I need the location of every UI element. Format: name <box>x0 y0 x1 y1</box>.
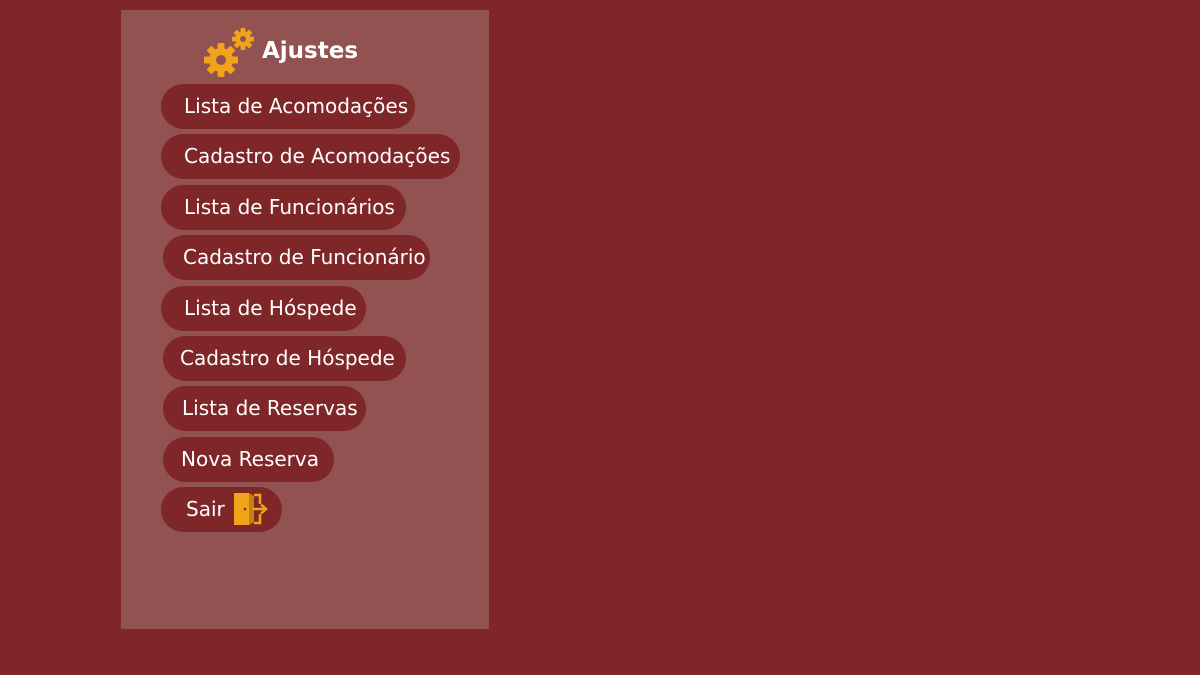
menu-item-lista-funcionarios[interactable]: Lista de Funcionários <box>161 185 406 230</box>
menu-item-label: Lista de Hóspede <box>184 296 357 320</box>
gears-icon <box>204 28 254 77</box>
exit-door-icon <box>234 493 268 525</box>
menu-item-label: Cadastro de Acomodações <box>184 144 451 168</box>
menu-item-label: Nova Reserva <box>181 447 319 471</box>
menu-item-cadastro-hospede[interactable]: Cadastro de Hóspede <box>163 336 406 381</box>
sidebar-panel: Ajustes Lista de Acomodações Cadastro de… <box>121 10 489 629</box>
logout-label: Sair <box>186 497 225 521</box>
menu-item-nova-reserva[interactable]: Nova Reserva <box>163 437 334 482</box>
menu-item-lista-hospede[interactable]: Lista de Hóspede <box>161 286 366 331</box>
logout-button[interactable]: Sair <box>161 487 282 532</box>
panel-header: Ajustes <box>203 27 358 79</box>
menu-item-label: Cadastro de Funcionário <box>183 245 426 269</box>
menu-item-label: Lista de Funcionários <box>184 195 395 219</box>
menu-item-cadastro-funcionario[interactable]: Cadastro de Funcionário <box>163 235 430 280</box>
menu-item-label: Lista de Acomodações <box>184 94 409 118</box>
menu-item-label: Cadastro de Hóspede <box>180 346 395 370</box>
menu-item-label: Lista de Reservas <box>182 396 358 420</box>
menu-item-cadastro-acomodacoes[interactable]: Cadastro de Acomodações <box>161 134 460 179</box>
menu-item-lista-reservas[interactable]: Lista de Reservas <box>163 386 366 431</box>
menu-item-lista-acomodacoes[interactable]: Lista de Acomodações <box>161 84 415 129</box>
page-title: Ajustes <box>262 38 359 64</box>
